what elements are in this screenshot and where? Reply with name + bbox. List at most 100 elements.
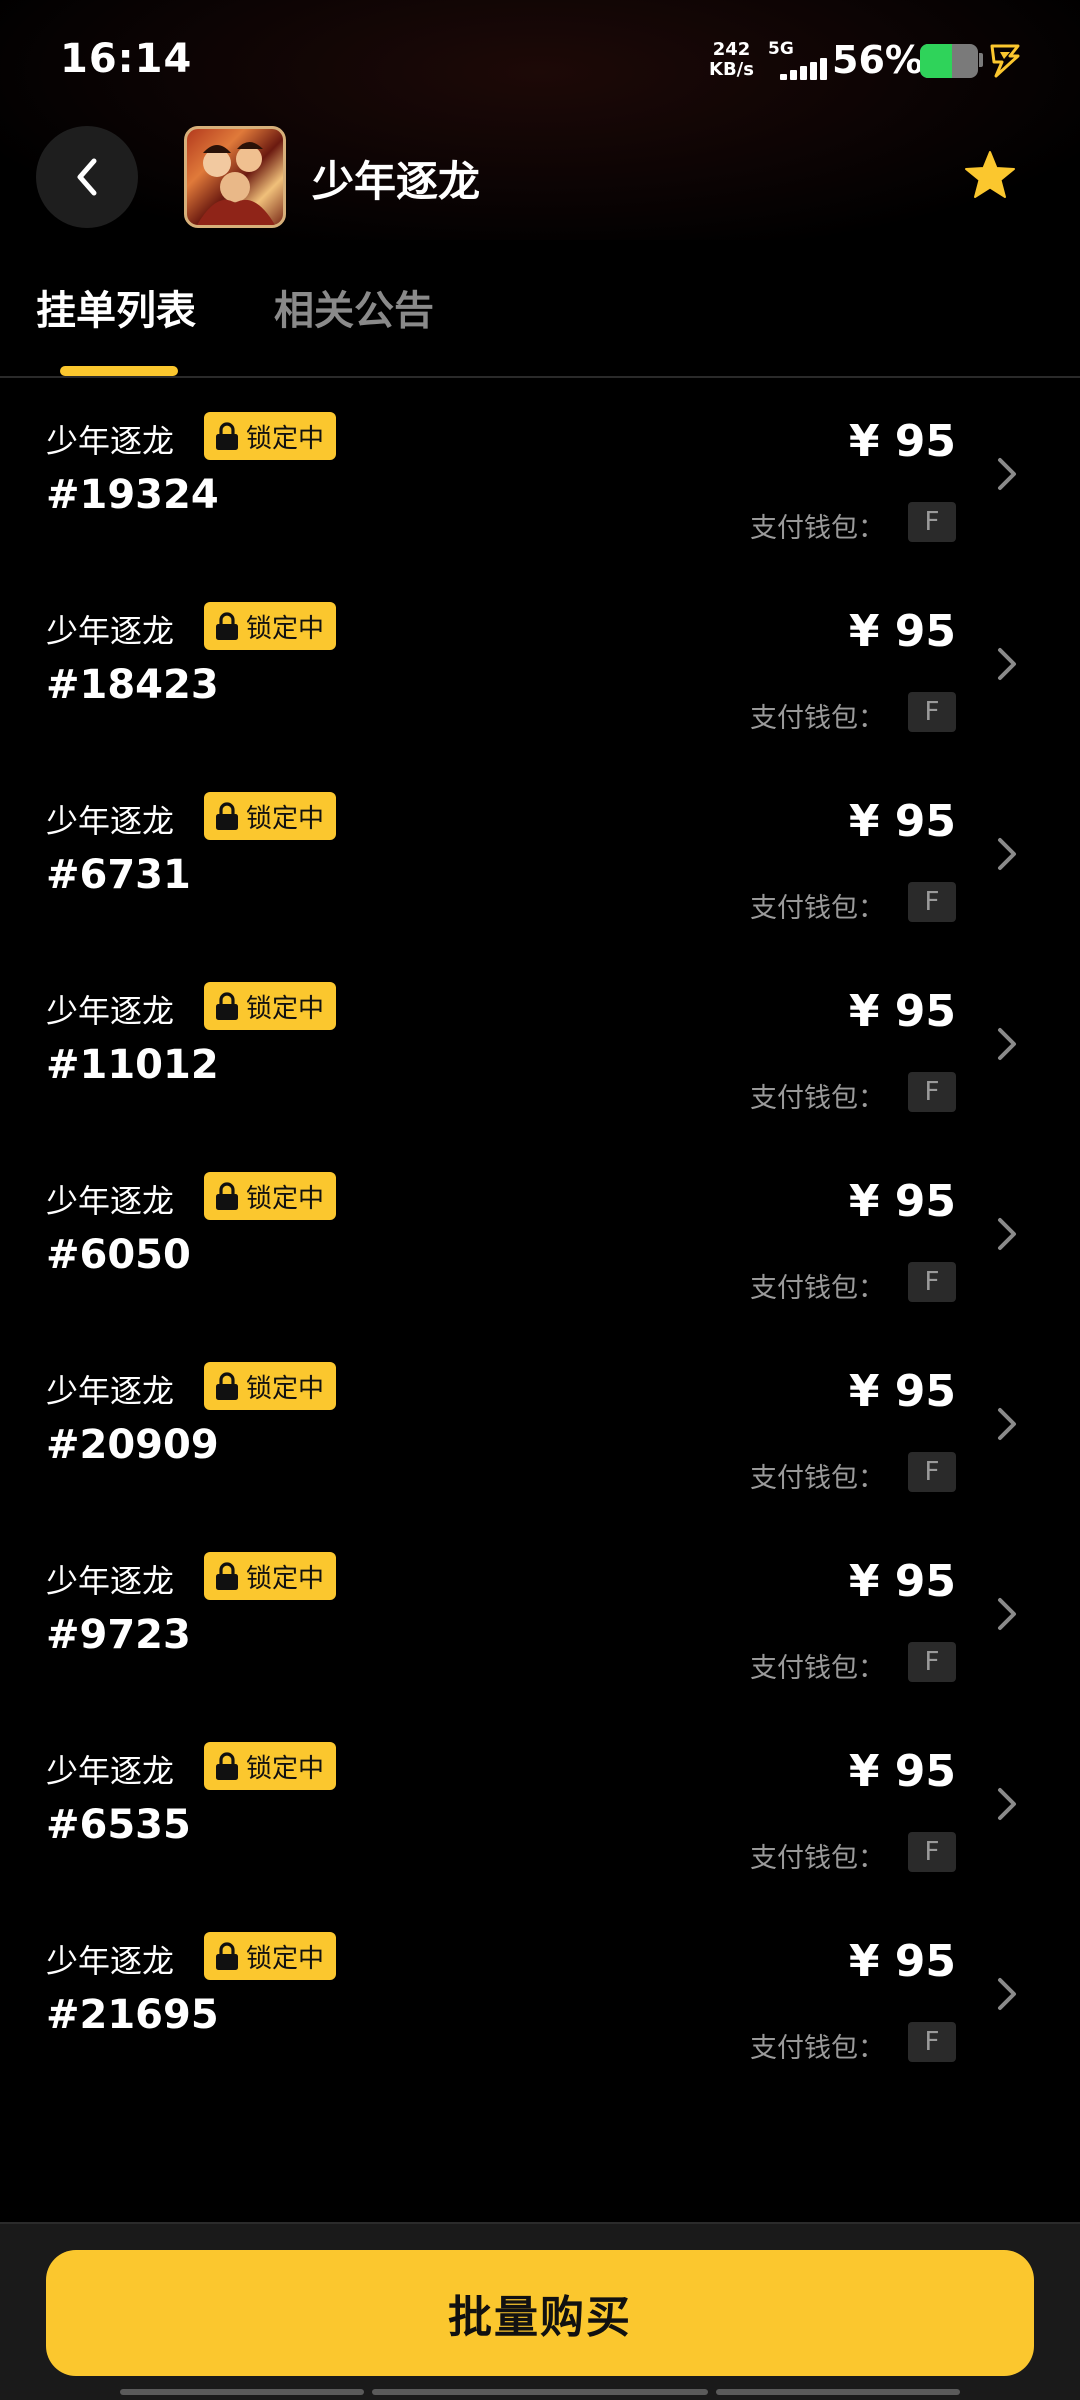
- lock-icon: [216, 992, 238, 1020]
- listing-row[interactable]: 少年逐龙 锁定中 #11012 ¥ 95 支付钱包： F: [0, 964, 1080, 1154]
- listing-price: ¥ 95: [848, 1746, 956, 1797]
- payment-wallet-label: 支付钱包：: [750, 1843, 885, 1874]
- battery-percent: 56%: [832, 38, 923, 82]
- listing-row[interactable]: 少年逐龙 锁定中 #18423 ¥ 95 支付钱包： F: [0, 584, 1080, 774]
- locked-badge: 锁定中: [204, 1172, 337, 1220]
- payment-wallet-code: F: [908, 502, 956, 542]
- payment-wallet-code: F: [908, 1072, 956, 1112]
- payment-wallet-code: F: [908, 692, 956, 732]
- listing-price: ¥ 95: [848, 1176, 956, 1227]
- listing-row[interactable]: 少年逐龙 锁定中 #20909 ¥ 95 支付钱包： F: [0, 1344, 1080, 1534]
- battery-level: [920, 44, 953, 78]
- chevron-left-icon: [77, 158, 97, 196]
- listing-price: ¥ 95: [848, 796, 956, 847]
- chevron-right-icon: [998, 1788, 1016, 1820]
- page: 16:14 242 KB/s 5G 56% 少年逐龙 挂单列表 相关公告 少年逐…: [0, 0, 1080, 2400]
- locked-badge-label: 锁定中: [246, 1943, 325, 1974]
- listing-game-name: 少年逐龙: [46, 422, 175, 460]
- lock-icon: [216, 1942, 238, 1970]
- locked-badge-label: 锁定中: [246, 993, 325, 1024]
- lock-icon: [216, 1372, 238, 1400]
- listing-row[interactable]: 少年逐龙 锁定中 #19324 ¥ 95 支付钱包： F: [0, 394, 1080, 584]
- locked-badge: 锁定中: [204, 1552, 337, 1600]
- listing-game-name: 少年逐龙: [46, 1182, 175, 1220]
- listing-id: #11012: [46, 1042, 219, 1088]
- listing-id: #6535: [46, 1802, 191, 1848]
- battery-tip: [979, 53, 983, 67]
- favorite-star-icon[interactable]: [962, 148, 1018, 204]
- locked-badge-label: 锁定中: [246, 1183, 325, 1214]
- listing-game-name: 少年逐龙: [46, 1942, 175, 1980]
- chevron-right-icon: [998, 1218, 1016, 1250]
- listing-row[interactable]: 少年逐龙 锁定中 #6535 ¥ 95 支付钱包： F: [0, 1724, 1080, 1914]
- payment-wallet-code: F: [908, 2022, 956, 2062]
- locked-badge: 锁定中: [204, 1742, 337, 1790]
- listing-id: #6050: [46, 1232, 191, 1278]
- game-avatar: [184, 126, 286, 228]
- page-title: 少年逐龙: [312, 157, 481, 206]
- payment-wallet-code: F: [908, 1642, 956, 1682]
- locked-badge-label: 锁定中: [246, 1753, 325, 1784]
- listing-price: ¥ 95: [848, 416, 956, 467]
- page-indicator: [716, 2389, 960, 2395]
- listing-id: #21695: [46, 1992, 219, 2038]
- listing-row[interactable]: 少年逐龙 锁定中 #6731 ¥ 95 支付钱包： F: [0, 774, 1080, 964]
- battery-icon: [920, 44, 978, 78]
- listing-row[interactable]: 少年逐龙 锁定中 #21695 ¥ 95 支付钱包： F: [0, 1914, 1080, 2104]
- status-bar: 16:14 242 KB/s 5G 56%: [0, 0, 1080, 122]
- listing-list[interactable]: 少年逐龙 锁定中 #15272 ¥ 94 支付钱包： F 少年逐龙 锁定中 #1…: [0, 378, 1080, 2220]
- locked-badge-label: 锁定中: [246, 1563, 325, 1594]
- lock-icon: [216, 802, 238, 830]
- locked-badge-label: 锁定中: [246, 1373, 325, 1404]
- chevron-right-icon: [998, 838, 1016, 870]
- listing-row[interactable]: 少年逐龙 锁定中 #6050 ¥ 95 支付钱包： F: [0, 1154, 1080, 1344]
- payment-wallet-label: 支付钱包：: [750, 1463, 885, 1494]
- payment-wallet-label: 支付钱包：: [750, 703, 885, 734]
- listing-price: ¥ 95: [848, 606, 956, 657]
- listing-game-name: 少年逐龙: [46, 992, 175, 1030]
- lock-icon: [216, 422, 238, 450]
- listing-game-name: 少年逐龙: [46, 1562, 175, 1600]
- listing-price: ¥ 95: [848, 1556, 956, 1607]
- network-speed-unit: KB/s: [709, 59, 754, 80]
- chevron-right-icon: [998, 1598, 1016, 1630]
- listing-price: ¥ 95: [848, 1936, 956, 1987]
- locked-badge: 锁定中: [204, 602, 337, 650]
- listing-row[interactable]: 少年逐龙 锁定中 #9723 ¥ 95 支付钱包： F: [0, 1534, 1080, 1724]
- listing-row[interactable]: 少年逐龙 锁定中 #15272 ¥ 94 支付钱包： F: [0, 378, 1080, 394]
- tab-announcements[interactable]: 相关公告: [274, 278, 434, 336]
- locked-badge: 锁定中: [204, 1362, 337, 1410]
- payment-wallet-code: F: [908, 882, 956, 922]
- network-speed-value: 242: [712, 39, 751, 60]
- listing-id: #6731: [46, 852, 191, 898]
- batch-buy-button[interactable]: 批量购买: [46, 2250, 1034, 2376]
- locked-badge: 锁定中: [204, 1932, 337, 1980]
- chevron-right-icon: [998, 648, 1016, 680]
- page-indicator: [120, 2389, 364, 2395]
- locked-badge-label: 锁定中: [246, 423, 325, 454]
- listing-id: #18423: [46, 662, 219, 708]
- network-type: 5G: [768, 39, 794, 59]
- chevron-right-icon: [998, 1408, 1016, 1440]
- listing-price: ¥ 95: [848, 986, 956, 1037]
- status-time: 16:14: [60, 36, 193, 82]
- active-tab-indicator: [60, 366, 178, 376]
- back-button[interactable]: [36, 126, 138, 228]
- game-artwork: [197, 142, 275, 225]
- chevron-right-icon: [998, 458, 1016, 490]
- tab-listings[interactable]: 挂单列表: [36, 278, 196, 336]
- network-speed: 242 KB/s: [709, 40, 754, 80]
- listing-id: #9723: [46, 1612, 191, 1658]
- locked-badge: 锁定中: [204, 412, 337, 460]
- chevron-right-icon: [998, 1978, 1016, 2010]
- listing-game-name: 少年逐龙: [46, 802, 175, 840]
- lock-icon: [216, 1752, 238, 1780]
- lock-icon: [216, 1182, 238, 1210]
- payment-wallet-label: 支付钱包：: [750, 1083, 885, 1114]
- signal-icon: [770, 58, 827, 80]
- listing-game-name: 少年逐龙: [46, 1372, 175, 1410]
- locked-badge-label: 锁定中: [246, 803, 325, 834]
- locked-badge-label: 锁定中: [246, 613, 325, 644]
- payment-wallet-code: F: [908, 1452, 956, 1492]
- charging-icon: [990, 44, 1020, 78]
